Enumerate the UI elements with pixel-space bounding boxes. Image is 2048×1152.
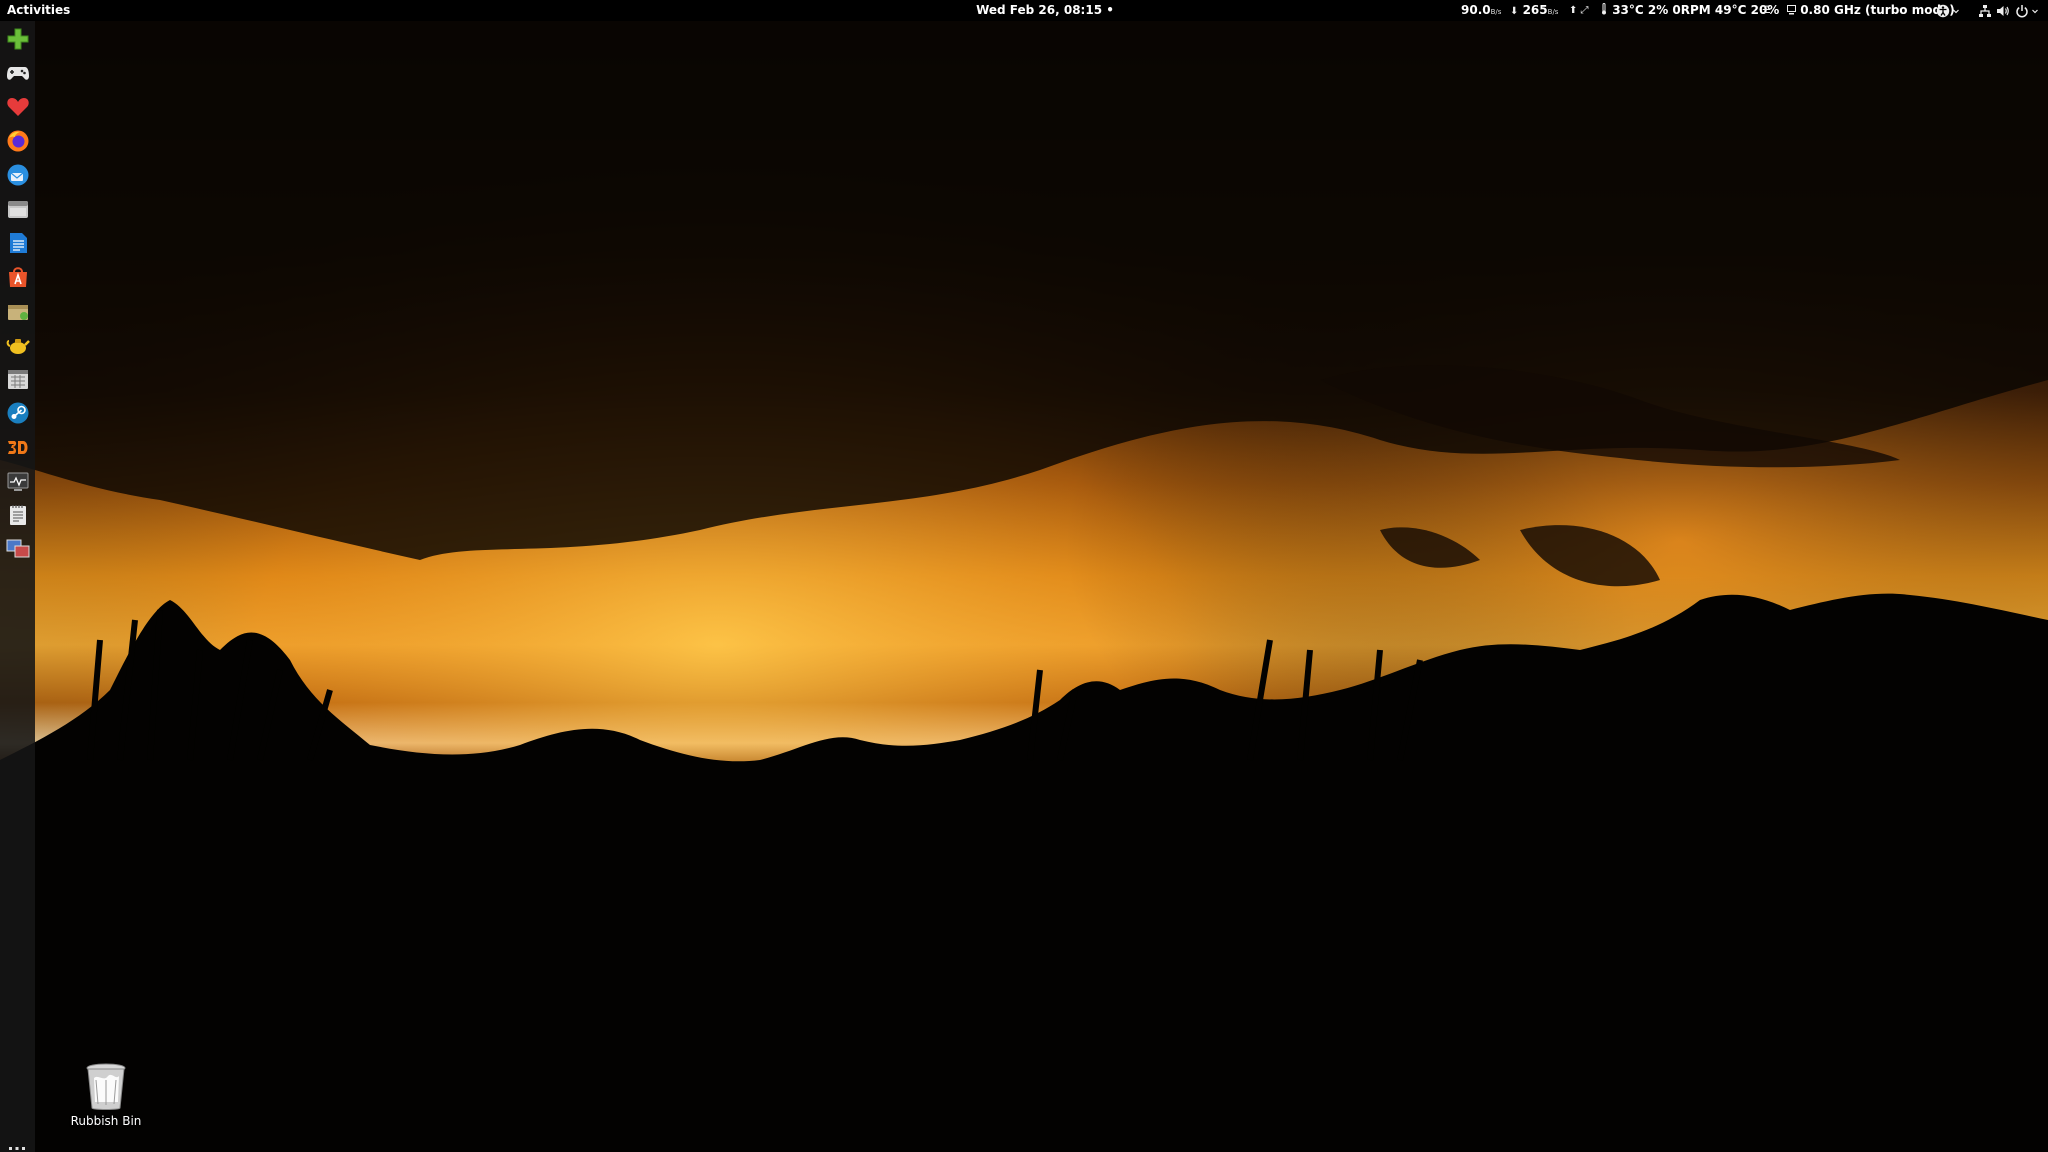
wallpaper-sunset <box>0 0 2048 1152</box>
net-download-unit: B/s <box>1547 8 1559 16</box>
activities-button[interactable]: Activities <box>7 0 70 21</box>
net-upload-unit: B/s <box>1490 8 1502 16</box>
steam-icon <box>7 402 28 423</box>
download-arrow-icon: ⬇ <box>1510 6 1519 17</box>
dock-item-3d[interactable] <box>4 433 31 460</box>
dock <box>0 21 35 1152</box>
dock-item-teapot[interactable] <box>4 331 31 358</box>
dock-item-favorites[interactable] <box>4 93 31 120</box>
cpufreq-indicator[interactable]: 0.80 GHz (turbo mode) <box>1787 0 1955 21</box>
system-monitor-icon <box>7 472 28 491</box>
files-icon <box>7 200 28 218</box>
cpufreq-value: 0.80 GHz (turbo mode) <box>1800 3 1955 17</box>
net-download-value: 265 <box>1522 3 1548 17</box>
remote-desktop-icon <box>6 539 29 557</box>
chevron-down-icon[interactable] <box>1952 4 1960 18</box>
net-upload-value: 90.0 <box>1461 3 1491 17</box>
network-wired-icon[interactable] <box>1978 4 1992 18</box>
text-editor-icon <box>9 504 26 525</box>
dock-item-calendar[interactable] <box>4 365 31 392</box>
net-upload-indicator[interactable]: 90.0B/s <box>1461 0 1501 21</box>
dock-item-software[interactable] <box>4 263 31 290</box>
indicator-menu-icon[interactable]: ☰ <box>1762 0 1771 21</box>
software-center-icon <box>8 266 27 287</box>
top-bar: Activities Wed Feb 26, 08:15 • 90.0B/s ⬇… <box>0 0 2048 21</box>
archive-manager-icon <box>7 304 28 320</box>
dock-item-text-editor[interactable] <box>4 501 31 528</box>
clock-button[interactable]: Wed Feb 26, 08:15 • <box>976 3 1114 17</box>
dock-item-system-monitor[interactable] <box>4 467 31 494</box>
cpu-icon <box>1787 5 1796 15</box>
net-download-indicator[interactable]: ⬇ 265B/s <box>1510 0 1558 21</box>
plus-icon <box>7 28 28 49</box>
dock-item-add[interactable] <box>4 25 31 52</box>
dock-item-files[interactable] <box>4 195 31 222</box>
firefox-icon <box>7 130 28 151</box>
dock-item-firefox[interactable] <box>4 127 31 154</box>
dock-item-remote-desktop[interactable] <box>4 535 31 562</box>
rubbish-bin-label: Rubbish Bin <box>70 1114 142 1128</box>
net-arrows-icon: ⬆ ⤢ <box>1569 5 1589 16</box>
heart-icon <box>6 97 29 116</box>
thermometer-icon <box>1602 3 1606 15</box>
sensors-value: 33°C 2% 0RPM 49°C 20% <box>1612 3 1780 17</box>
dock-item-steam[interactable] <box>4 399 31 426</box>
desktop-icon-rubbish-bin[interactable]: Rubbish Bin <box>66 1062 146 1134</box>
writer-icon <box>9 232 27 253</box>
trash-icon <box>86 1063 126 1110</box>
desktop: Activities Wed Feb 26, 08:15 • 90.0B/s ⬇… <box>0 0 2048 1152</box>
teapot-icon <box>6 338 30 354</box>
show-applications-icon[interactable] <box>7 1145 27 1152</box>
system-menu-chevron-icon[interactable] <box>2031 4 2039 18</box>
sensors-indicator[interactable]: 33°C 2% 0RPM 49°C 20% <box>1600 0 1779 21</box>
volume-icon[interactable] <box>1996 4 2010 18</box>
power-icon[interactable] <box>2015 4 2029 18</box>
dock-item-thunderbird[interactable] <box>4 161 31 188</box>
calendar-icon <box>7 369 28 389</box>
accessibility-icon[interactable] <box>1936 4 1950 18</box>
thunderbird-icon <box>7 164 28 185</box>
dock-item-writer[interactable] <box>4 229 31 256</box>
dock-item-games[interactable] <box>4 59 31 86</box>
3d-icon <box>7 440 27 454</box>
dock-item-archive[interactable] <box>4 297 31 324</box>
gamepad-icon <box>6 66 29 80</box>
